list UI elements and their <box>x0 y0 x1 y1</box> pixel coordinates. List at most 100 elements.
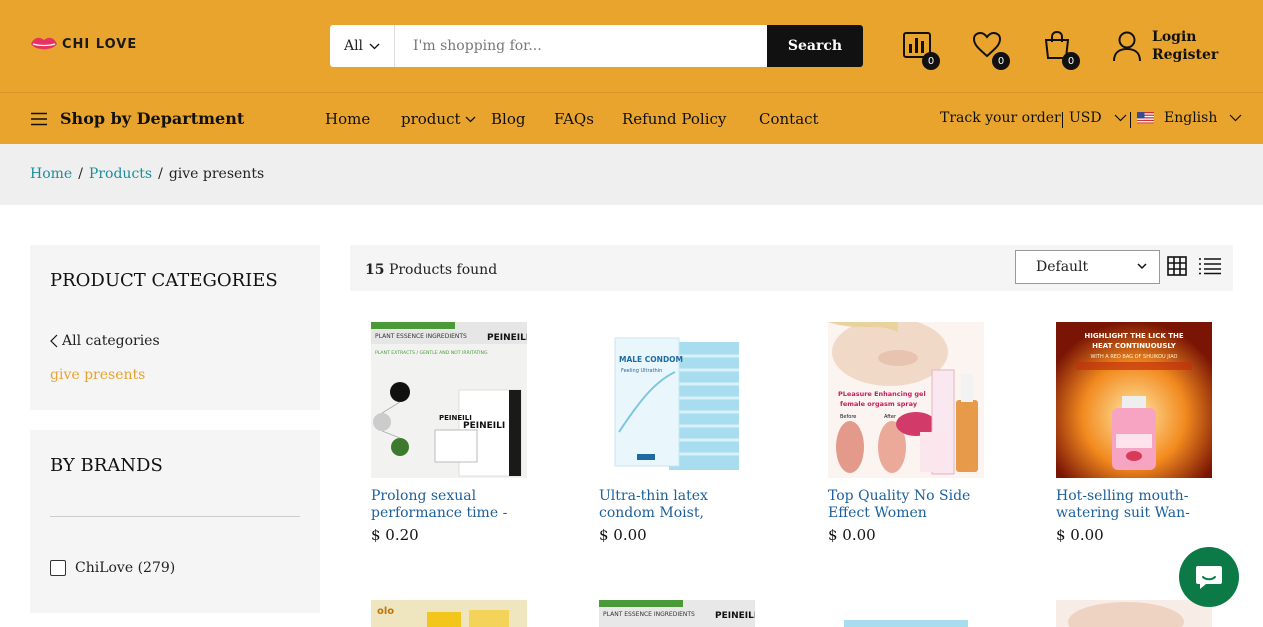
svg-text:After: After <box>884 414 897 420</box>
wishlist-button[interactable]: 0 <box>972 30 1010 70</box>
compare-button[interactable]: 0 <box>902 30 940 70</box>
svg-text:MALE CONDOM: MALE CONDOM <box>619 355 683 364</box>
brand-checkbox[interactable] <box>50 560 66 576</box>
register-link[interactable]: Register <box>1152 46 1218 64</box>
svg-text:WITH A RED BAG OF SHUIKOU JIAO: WITH A RED BAG OF SHUIKOU JIAO <box>1090 354 1177 360</box>
shop-by-department-button[interactable]: Shop by Department <box>30 109 244 128</box>
product-image[interactable]: MALE CONDOM Feeling Ultrathin <box>599 322 755 478</box>
nav-product-label: product <box>401 110 461 128</box>
cart-count-badge: 0 <box>1062 52 1080 70</box>
all-categories-label: All categories <box>62 333 160 349</box>
products-found-label: Products found <box>388 262 498 278</box>
track-order-link[interactable]: Track your order <box>940 110 1061 126</box>
product-categories-panel: PRODUCT CATEGORIES All categories give p… <box>30 245 320 410</box>
search-category-label: All <box>343 38 364 54</box>
logo[interactable]: CHI LOVE <box>30 34 137 54</box>
product-photo <box>1056 600 1212 627</box>
main-nav: Shop by Department Home product Blog FAQ… <box>0 92 1263 144</box>
list-view-icon[interactable] <box>1198 257 1222 275</box>
product-card[interactable]: PLANT ESSENCE INGREDIENTS PEINEILI <box>599 600 755 627</box>
search-category-select[interactable]: All <box>330 25 395 67</box>
nav-home[interactable]: Home <box>325 110 370 128</box>
chat-bubble-icon <box>1196 566 1222 589</box>
compare-count-badge: 0 <box>922 52 940 70</box>
nav-faqs[interactable]: FAQs <box>554 110 594 128</box>
product-card[interactable] <box>1056 600 1212 627</box>
nav-product[interactable]: product <box>401 110 476 128</box>
grid-view-icon[interactable] <box>1167 256 1187 276</box>
chevron-left-icon <box>50 334 58 348</box>
product-image[interactable]: HIGHLIGHT THE LICK THE HEAT CONTINUOUSLY… <box>1056 322 1212 478</box>
wishlist-count-badge: 0 <box>992 52 1010 70</box>
product-image[interactable]: PLANT ESSENCE INGREDIENTS PEINEILI <box>599 600 755 627</box>
brands-panel: BY BRANDS ChiLove (279) <box>30 430 320 613</box>
products-count: 15 <box>365 262 385 278</box>
current-category[interactable]: give presents <box>50 367 145 383</box>
product-card[interactable]: MALE CONDOM Feeling Ultrathin Ultra-thin… <box>599 322 755 544</box>
product-title[interactable]: Top Quality No Side Effect Women <box>828 488 984 522</box>
breadcrumb-separator: / <box>78 166 83 182</box>
product-image[interactable] <box>828 600 984 627</box>
breadcrumb: Home / Products / give presents <box>30 166 264 182</box>
svg-text:PLANT EXTRACTS / GENTLE AND NO: PLANT EXTRACTS / GENTLE AND NOT IRRITATI… <box>375 350 488 356</box>
nav-blog[interactable]: Blog <box>491 110 525 128</box>
product-image[interactable] <box>1056 600 1212 627</box>
all-categories-link[interactable]: All categories <box>50 333 160 349</box>
nav-contact[interactable]: Contact <box>759 110 819 128</box>
language-select[interactable]: English <box>1137 110 1242 126</box>
brands-title: BY BRANDS <box>50 455 163 476</box>
product-title[interactable]: Prolong sexual performance time - <box>371 488 527 522</box>
currency-select[interactable]: USD <box>1069 110 1127 126</box>
product-image[interactable]: PLANT ESSENCE INGREDIENTS PEINEILI PLANT… <box>371 322 527 478</box>
divider <box>1062 112 1063 128</box>
search-button[interactable]: Search <box>767 25 863 67</box>
sort-select[interactable]: Default <box>1015 250 1160 284</box>
svg-text:Before: Before <box>840 414 856 420</box>
menu-icon <box>31 112 47 125</box>
nav-refund-policy[interactable]: Refund Policy <box>622 110 726 128</box>
breadcrumb-separator: / <box>158 166 163 182</box>
breadcrumb-home[interactable]: Home <box>30 166 72 182</box>
logo-text: CHI LOVE <box>62 36 138 52</box>
svg-text:PEINEILI: PEINEILI <box>439 414 472 422</box>
brand-filter-chilove[interactable]: ChiLove (279) <box>50 560 175 576</box>
shop-by-department-label: Shop by Department <box>60 109 245 128</box>
product-card[interactable]: olo <box>371 600 527 627</box>
svg-text:HEAT CONTINUOUSLY: HEAT CONTINUOUSLY <box>1092 342 1177 350</box>
chat-widget-button[interactable] <box>1179 547 1239 607</box>
search-input[interactable] <box>395 25 767 67</box>
svg-text:PEINEILI: PEINEILI <box>715 611 755 621</box>
svg-text:Feeling Ultrathin: Feeling Ultrathin <box>621 368 662 374</box>
product-image[interactable]: olo <box>371 600 527 627</box>
product-title[interactable]: Ultra-thin latex condom Moist, tender <box>599 488 755 522</box>
product-price: $ 0.00 <box>828 526 876 544</box>
lips-logo-icon <box>31 37 57 50</box>
divider <box>1130 112 1131 128</box>
product-card[interactable] <box>828 600 984 627</box>
chevron-down-icon <box>465 116 475 122</box>
product-price: $ 0.00 <box>599 526 647 544</box>
divider <box>50 516 300 517</box>
product-photo: PLANT ESSENCE INGREDIENTS PEINEILI PLANT… <box>371 322 527 478</box>
cart-button[interactable]: 0 <box>1042 30 1080 70</box>
breadcrumb-current: give presents <box>168 166 265 182</box>
svg-text:PLeasure Enhancing gel: PLeasure Enhancing gel <box>838 390 926 398</box>
user-icon <box>1113 31 1141 62</box>
product-card[interactable]: PLANT ESSENCE INGREDIENTS PEINEILI PLANT… <box>371 322 527 544</box>
breadcrumb-products[interactable]: Products <box>89 166 152 182</box>
us-flag-icon <box>1137 112 1154 124</box>
product-categories-title: PRODUCT CATEGORIES <box>50 270 278 291</box>
svg-text:PLANT ESSENCE INGREDIENTS: PLANT ESSENCE INGREDIENTS <box>603 611 695 618</box>
product-card[interactable]: HIGHLIGHT THE LICK THE HEAT CONTINUOUSLY… <box>1056 322 1212 544</box>
sort-label: Default <box>1036 259 1089 275</box>
products-found: 15 Products found <box>365 262 497 278</box>
product-title[interactable]: Hot-selling mouth-watering suit Wan- <box>1056 488 1212 522</box>
svg-text:olo: olo <box>377 606 394 617</box>
product-photo: PLANT ESSENCE INGREDIENTS PEINEILI <box>599 600 755 627</box>
brand-label: ChiLove (279) <box>75 560 176 576</box>
currency-label: USD <box>1069 110 1102 126</box>
breadcrumb-bar: Home / Products / give presents <box>0 144 1263 205</box>
product-image[interactable]: PLeasure Enhancing gel female orgasm spr… <box>828 322 984 478</box>
login-link[interactable]: Login <box>1152 28 1218 46</box>
product-card[interactable]: PLeasure Enhancing gel female orgasm spr… <box>828 322 984 544</box>
